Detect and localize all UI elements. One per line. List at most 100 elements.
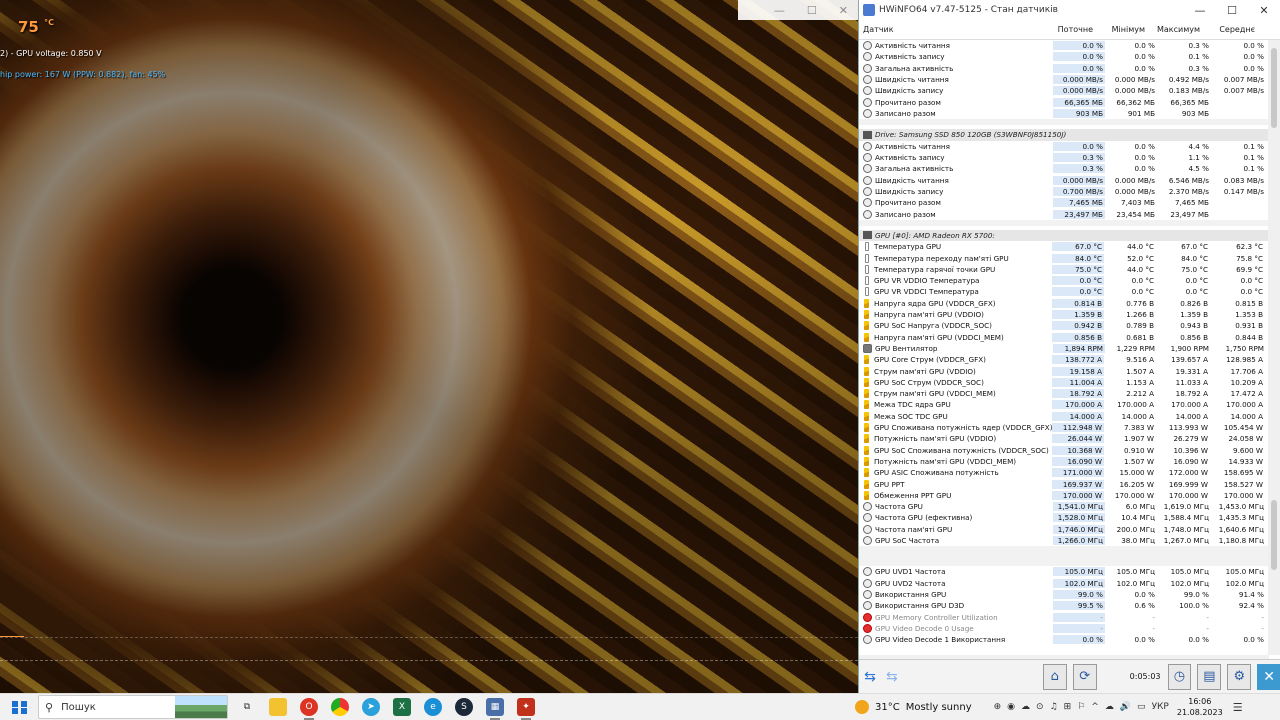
task-view-icon[interactable]: ⧉ bbox=[238, 698, 256, 716]
sensor-row[interactable]: Межа SOC TDC GPU 14.000 A 14.000 A 14.000 A… bbox=[859, 411, 1269, 422]
sensor-row[interactable]: GPU Video Decode 0 Usage - - - - bbox=[859, 623, 1269, 634]
sensor-row[interactable]: Температура GPU 67.0 °C 44.0 °C 67.0 °C 62.3… bbox=[859, 241, 1269, 252]
sensor-row[interactable]: GPU Вентилятор 1,894 RPM 1,229 RPM 1,900 RP… bbox=[859, 343, 1269, 354]
sensor-row[interactable]: Напруга пам'яті GPU (VDDIO) 1.359 В 1.266 … bbox=[859, 309, 1269, 320]
sensor-group-header[interactable]: Drive: Samsung SSD 850 120GB (S3WBNF0J85… bbox=[859, 129, 1269, 141]
sensor-row[interactable]: Активність запису 0.3 % 0.0 % 1.1 % 0.1 % bbox=[859, 152, 1269, 163]
sensor-row[interactable]: Загальна активність 0.0 % 0.0 % 0.3 % 0.0 % bbox=[859, 63, 1269, 74]
tray-icon[interactable]: ⊙ bbox=[1036, 702, 1044, 712]
sensor-row[interactable]: Швидкість запису 0.000 MB/s 0.000 MB/s 0.18… bbox=[859, 85, 1269, 96]
sensor-row[interactable]: Потужність пам'яті GPU (VDDIO) 26.044 W 1.… bbox=[859, 433, 1269, 444]
sensor-row[interactable]: Струм пам'яті GPU (VDDIO) 19.158 A 1.507 A… bbox=[859, 365, 1269, 376]
sensor-row[interactable]: Швидкість запису 0.700 MB/s 0.000 MB/s 2.37… bbox=[859, 186, 1269, 197]
sensor-row[interactable]: Використання GPU 99.0 % 0.0 % 99.0 % 91.4 % bbox=[859, 589, 1269, 600]
sensor-row[interactable]: GPU SoC Струм (VDDCR_SOC) 11.004 A 1.153 A… bbox=[859, 377, 1269, 388]
clock-icon[interactable]: ◷ bbox=[1167, 663, 1192, 690]
title-bar[interactable]: HWiNFO64 v7.47-5125 - Стан датчиків — ☐ … bbox=[859, 0, 1280, 20]
input-language[interactable]: УКР bbox=[1152, 702, 1169, 712]
fractal-app-icon[interactable]: ✦ bbox=[517, 698, 535, 720]
sensor-row[interactable]: Температура гарячої точки GPU 75.0 °C 44.0… bbox=[859, 264, 1269, 275]
close-icon[interactable]: ✕ bbox=[839, 4, 848, 17]
column-min[interactable]: Мінімум bbox=[1097, 25, 1149, 34]
sensor-row[interactable]: Активність запису 0.0 % 0.0 % 0.1 % 0.0 % bbox=[859, 51, 1269, 62]
sensor-row[interactable]: GPU SoC Напруга (VDDCR_SOC) 0.942 В 0.789 … bbox=[859, 320, 1269, 331]
sensor-row[interactable]: Напруга пам'яті GPU (VDDCI_MEM) 0.856 В 0.… bbox=[859, 332, 1269, 343]
excel-icon[interactable]: X bbox=[393, 698, 411, 716]
taskbar-search[interactable]: ⚲ Пошук bbox=[38, 695, 228, 719]
report-icon[interactable]: ▤ bbox=[1197, 663, 1222, 690]
sensor-row[interactable]: Активність читання 0.0 % 0.0 % 0.3 % 0.0 % bbox=[859, 40, 1269, 51]
sensor-row[interactable]: GPU UVD2 Частота 102.0 МГц 102.0 МГц 102.0 … bbox=[859, 577, 1269, 588]
arrows-left-right-icon[interactable]: ⇆ bbox=[859, 667, 881, 687]
sensor-row[interactable]: Частота пам'яті GPU 1,746.0 МГц 200.0 МГц 1… bbox=[859, 524, 1269, 535]
weather-widget[interactable]: 31°C Mostly sunny bbox=[855, 700, 972, 714]
sensor-row[interactable]: GPU UVD1 Частота 105.0 МГц 105.0 МГц 105.0 … bbox=[859, 566, 1269, 577]
sensor-group-header[interactable]: GPU [#0]: AMD Radeon RX 5700: bbox=[859, 229, 1269, 242]
sensor-row[interactable]: Частота GPU 1,541.0 МГц 6.0 МГц 1,619.0 МГц… bbox=[859, 501, 1269, 512]
scrollbar-thumb[interactable] bbox=[1271, 48, 1277, 128]
file-explorer-icon[interactable] bbox=[269, 698, 287, 716]
sensor-row[interactable]: GPU ASIC Споживана потужність 171.000 W 15… bbox=[859, 467, 1269, 478]
sensor-row[interactable]: Записано разом 903 МБ 901 МБ 903 МБ bbox=[859, 108, 1269, 119]
column-sensor[interactable]: Датчик bbox=[859, 25, 1045, 34]
sensor-row[interactable]: GPU SoC Споживана потужність (VDDCR_SOC)… bbox=[859, 445, 1269, 456]
steam-icon[interactable]: S bbox=[455, 698, 473, 716]
settings-icon[interactable]: ⚙ bbox=[1227, 663, 1252, 690]
cloud-icon[interactable]: ☁ bbox=[1105, 702, 1114, 712]
close-button[interactable]: ✕ bbox=[1248, 4, 1280, 17]
sensor-row[interactable]: Активність читання 0.0 % 0.0 % 4.4 % 0.1 % bbox=[859, 141, 1269, 152]
hwinfo-taskbar-icon[interactable]: ▦ bbox=[486, 698, 504, 720]
speaker-icon[interactable]: 🔊 bbox=[1120, 702, 1131, 712]
scrollbar-thumb[interactable] bbox=[1271, 500, 1277, 570]
sensor-row[interactable]: GPU VR VDDIO Температура 0.0 °C 0.0 °C 0.0 … bbox=[859, 275, 1269, 286]
sensor-row[interactable]: Потужність пам'яті GPU (VDDCI_MEM) 16.090… bbox=[859, 456, 1269, 467]
vertical-scrollbar[interactable] bbox=[1268, 40, 1280, 655]
sensor-row[interactable]: Записано разом 23,497 МБ 23,454 МБ 23,497 М… bbox=[859, 208, 1269, 219]
clock[interactable]: 16:06 21.08.2023 bbox=[1177, 696, 1223, 718]
notification-icon[interactable]: ☰ bbox=[1233, 701, 1243, 714]
chevron-up-icon[interactable]: ^ bbox=[1091, 702, 1099, 712]
edge-icon[interactable]: e bbox=[424, 698, 442, 716]
tray-icon[interactable]: ⚐ bbox=[1077, 702, 1085, 712]
opera-icon[interactable]: O bbox=[300, 698, 318, 720]
tray-icon[interactable]: ⊕ bbox=[994, 702, 1002, 712]
maximize-icon[interactable]: ☐ bbox=[807, 4, 817, 17]
sensor-row[interactable]: Швидкість читання 0.000 MB/s 0.000 MB/s 0.4… bbox=[859, 74, 1269, 85]
sensor-row[interactable]: Температура переходу пам'яті GPU 84.0 °C 5… bbox=[859, 252, 1269, 263]
sensor-row[interactable]: Загальна активність 0.3 % 0.0 % 4.5 % 0.1 % bbox=[859, 163, 1269, 174]
column-avg[interactable]: Середнє bbox=[1204, 25, 1259, 34]
sensor-row[interactable]: GPU Memory Controller Utilization - - - - bbox=[859, 611, 1269, 622]
network-icon[interactable]: ⌂ bbox=[1042, 663, 1067, 690]
sensor-row[interactable]: Прочитано разом 7,465 МБ 7,403 МБ 7,465 МБ bbox=[859, 197, 1269, 208]
sensor-row[interactable]: Напруга ядра GPU (VDDCR_GFX) 0.814 В 0.776… bbox=[859, 298, 1269, 309]
sensor-row[interactable]: Межа TDC ядра GPU 170.000 A 170.000 A 170.0… bbox=[859, 399, 1269, 410]
windows-start-icon[interactable] bbox=[8, 695, 32, 719]
sensor-row[interactable]: GPU Video Decode 1 Використання 0.0 % 0.0 … bbox=[859, 634, 1269, 645]
sensor-row[interactable]: Обмеження PPT GPU 170.000 W 170.000 W 170.0… bbox=[859, 490, 1269, 501]
close-sensors-button[interactable]: ✕ bbox=[1257, 663, 1280, 690]
sensor-row[interactable]: GPU PPT 169.937 W 16.205 W 169.999 W 158.527… bbox=[859, 478, 1269, 489]
column-max[interactable]: Максимум bbox=[1149, 25, 1204, 34]
telegram-icon[interactable]: ➤ bbox=[362, 698, 380, 716]
sensor-row[interactable]: GPU Core Струм (VDDCR_GFX) 138.772 A 9.516… bbox=[859, 354, 1269, 365]
tray-icon[interactable]: ♫ bbox=[1050, 702, 1058, 712]
minimize-button[interactable]: — bbox=[1184, 4, 1216, 17]
tray-icon[interactable]: ◉ bbox=[1007, 702, 1015, 712]
arrows-left-right-icon[interactable]: ⇆ bbox=[881, 667, 903, 687]
sensor-row[interactable]: Використання GPU D3D 99.5 % 0.6 % 100.0 % 92… bbox=[859, 600, 1269, 611]
chrome-icon[interactable] bbox=[331, 698, 349, 716]
sensor-row[interactable]: GPU Споживана потужність ядер (VDDCR_GFX… bbox=[859, 422, 1269, 433]
sensor-row[interactable]: Швидкість читання 0.000 MB/s 0.000 MB/s 6.5… bbox=[859, 174, 1269, 185]
column-current[interactable]: Поточне bbox=[1045, 25, 1097, 34]
tray-icon[interactable]: ☁ bbox=[1021, 702, 1030, 712]
network-tray-icon[interactable]: ▭ bbox=[1137, 702, 1146, 712]
sync-icon[interactable]: ⟳ bbox=[1072, 663, 1097, 690]
maximize-button[interactable]: ☐ bbox=[1216, 4, 1248, 17]
sensor-row[interactable]: Прочитано разом 66,365 МБ 66,362 МБ 66,365 … bbox=[859, 96, 1269, 107]
tray-icon[interactable]: ⊞ bbox=[1064, 702, 1072, 712]
sensor-row[interactable]: Частота GPU (ефективна) 1,528.0 МГц 10.4 М… bbox=[859, 512, 1269, 523]
minimize-icon[interactable]: — bbox=[774, 4, 785, 17]
sensor-row[interactable]: GPU SoC Частота 1,266.0 МГц 38.0 МГц 1,267.… bbox=[859, 535, 1269, 546]
sensor-row[interactable]: GPU VR VDDCI Температура 0.0 °C 0.0 °C 0.0 … bbox=[859, 286, 1269, 297]
sensor-row[interactable]: Струм пам'яті GPU (VDDCI_MEM) 18.792 A 2.2… bbox=[859, 388, 1269, 399]
